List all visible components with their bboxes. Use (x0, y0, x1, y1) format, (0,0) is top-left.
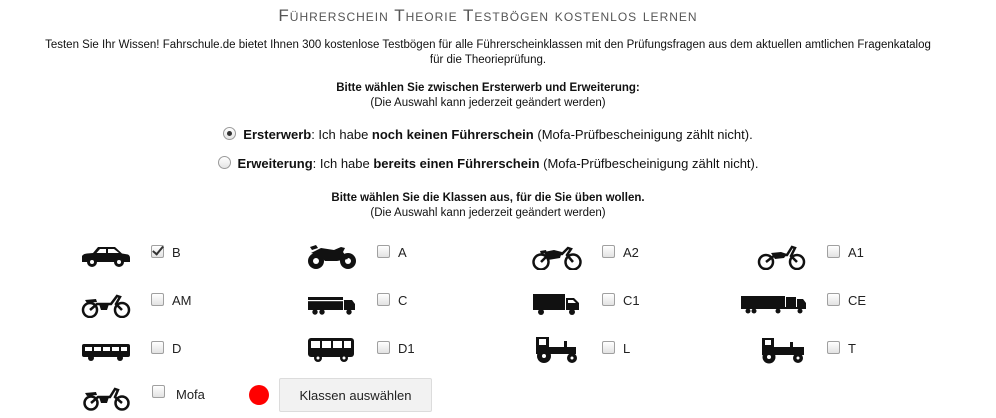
intro-text: Testen Sie Ihr Wissen! Fahrschule.de bie… (0, 38, 976, 68)
checkbox-a[interactable] (377, 245, 390, 258)
class-label-a2: A2 (623, 245, 639, 260)
checkbox-ce[interactable] (827, 293, 840, 306)
checkbox-a2[interactable] (602, 245, 615, 258)
classes-note: (Die Auswahl kann jederzeit geändert wer… (370, 207, 606, 219)
radio-ersterwerb-name: Ersterwerb (243, 127, 312, 142)
radio-ersterwerb-bold: noch keinen Führerschein (371, 127, 534, 142)
choice-heading: Bitte wählen Sie zwischen Ersterwerb und… (336, 82, 640, 94)
select-classes-button[interactable]: Klassen auswählen (279, 378, 432, 412)
car-icon (82, 247, 130, 267)
bus-icon (308, 338, 354, 362)
class-label-d: D (172, 341, 182, 356)
radio-ersterwerb-text1: : Ich habe (311, 127, 372, 142)
status-indicator (249, 385, 269, 405)
radio-erweiterung-text2: (Mofa-Prüfbescheinigung zählt nicht). (539, 156, 759, 171)
truck-trailer-icon (741, 296, 806, 314)
checkbox-am[interactable] (151, 293, 164, 306)
motorcycle-icon (757, 245, 806, 270)
checkbox-d[interactable] (151, 341, 164, 354)
motorcycle-icon (532, 246, 582, 270)
choice-note: (Die Auswahl kann jederzeit geändert wer… (370, 97, 606, 109)
radio-ersterwerb[interactable] (223, 127, 237, 140)
radio-erweiterung-bold: bereits einen Führerschein (373, 156, 540, 171)
checkbox-c[interactable] (377, 293, 390, 306)
checkbox-c1[interactable] (602, 293, 615, 306)
class-label-mofa: Mofa (176, 387, 205, 402)
motorcycle-icon (308, 245, 356, 269)
checkbox-l[interactable] (602, 341, 615, 354)
checkbox-b[interactable] (151, 245, 164, 258)
class-label-b: B (172, 245, 181, 260)
class-label-a1: A1 (848, 245, 864, 260)
moped-icon (83, 387, 130, 411)
tractor-icon (536, 337, 577, 363)
radio-option-ersterwerb[interactable]: Ersterwerb: Ich habe noch keinen Führers… (0, 126, 976, 144)
class-label-l: L (623, 341, 631, 356)
class-label-c: C (398, 293, 408, 308)
radio-erweiterung-name: Erweiterung (237, 156, 313, 171)
class-label-t: T (848, 341, 856, 356)
class-label-a: A (398, 245, 407, 260)
class-label-c1: C1 (623, 293, 640, 308)
classes-heading-block: Bitte wählen Sie die Klassen aus, für di… (0, 191, 976, 221)
checkbox-a1[interactable] (827, 245, 840, 258)
radio-erweiterung-text1: : Ich habe (312, 156, 374, 171)
checkbox-mofa[interactable] (152, 385, 165, 398)
moped-icon (81, 294, 131, 318)
radio-erweiterung[interactable] (217, 156, 231, 169)
page-title: Führerschein Theorie Testbögen kostenlos… (278, 6, 698, 25)
class-label-ce: CE (848, 293, 867, 308)
checkbox-d1[interactable] (377, 341, 390, 354)
intro-line-2: für die Theorieprüfung. (429, 54, 547, 66)
truck-icon (533, 294, 579, 315)
radio-ersterwerb-text2: (Mofa-Prüfbescheinigung zählt nicht). (533, 127, 753, 142)
choice-heading-block: Bitte wählen Sie zwischen Ersterwerb und… (0, 81, 976, 111)
intro-line-1: Testen Sie Ihr Wissen! Fahrschule.de bie… (45, 39, 931, 51)
checkbox-t[interactable] (827, 341, 840, 354)
radio-option-erweiterung[interactable]: Erweiterung: Ich habe bereits einen Führ… (0, 155, 976, 173)
class-label-d1: D1 (398, 341, 415, 356)
bus-icon (82, 344, 130, 361)
classes-heading: Bitte wählen Sie die Klassen aus, für di… (331, 192, 645, 204)
truck-icon (308, 297, 355, 315)
tractor-icon (762, 338, 804, 364)
class-label-am: AM (172, 293, 192, 308)
